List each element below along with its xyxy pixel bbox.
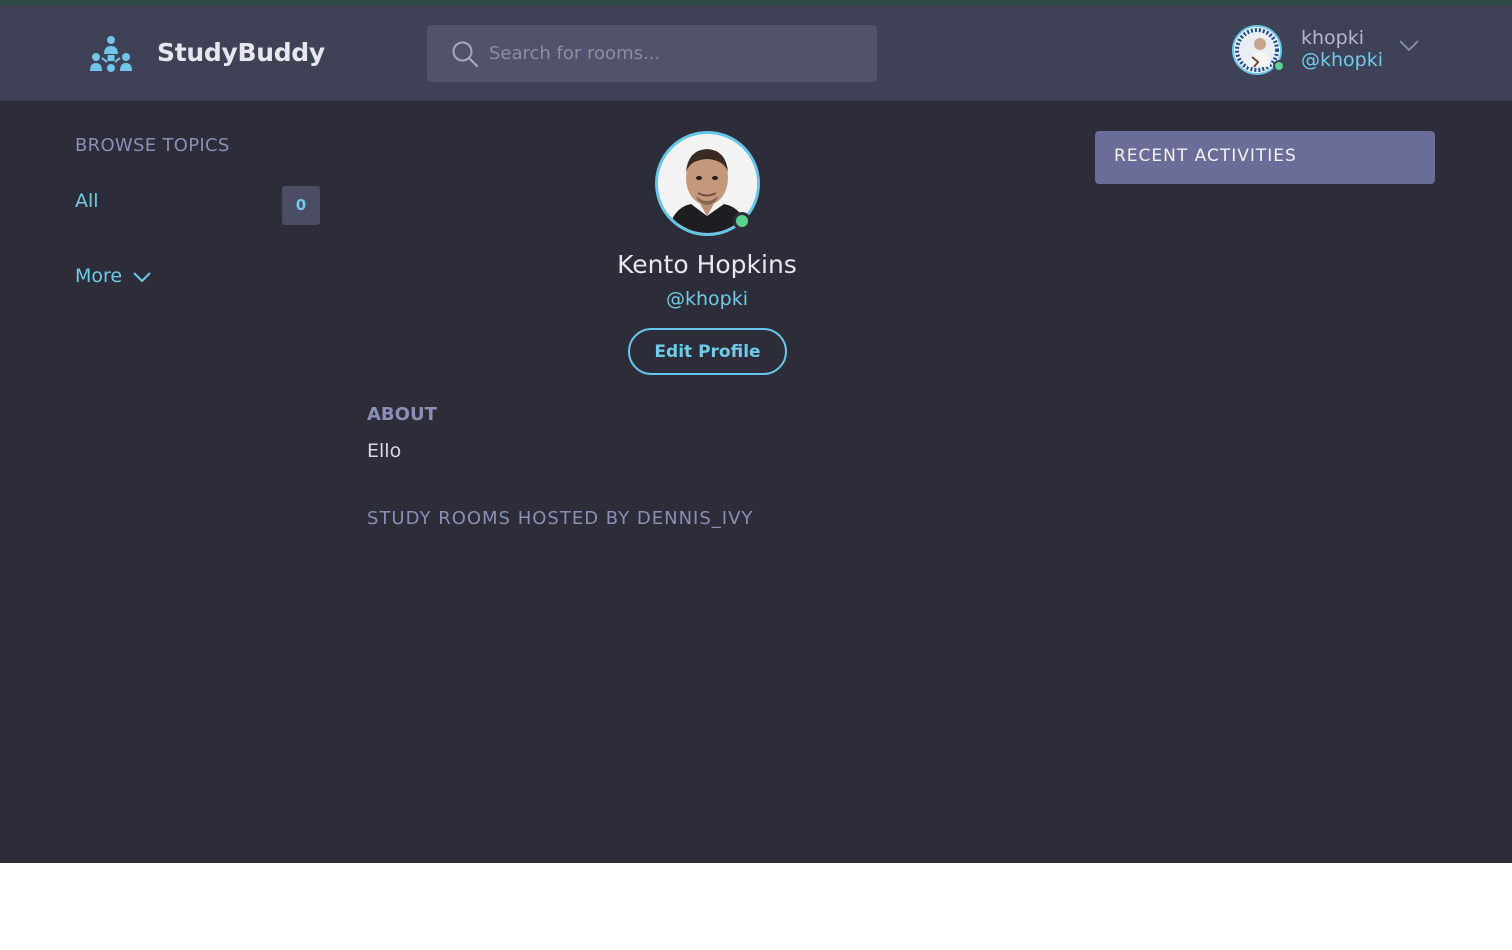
user-handle: @khopki bbox=[1301, 49, 1384, 71]
online-status-dot bbox=[1273, 60, 1285, 72]
logo-icon[interactable] bbox=[88, 34, 134, 76]
chevron-down-icon bbox=[133, 272, 151, 283]
profile-name: Kento Hopkins bbox=[617, 250, 797, 279]
search-input[interactable] bbox=[489, 25, 859, 82]
app-root: StudyBuddy khopki @khopki bbox=[0, 0, 1512, 863]
about-heading: ABOUT bbox=[367, 404, 437, 425]
topic-count-badge: 0 bbox=[282, 186, 320, 225]
brand-name[interactable]: StudyBuddy bbox=[157, 38, 325, 67]
topic-label: All bbox=[75, 190, 99, 212]
search-icon bbox=[452, 41, 479, 68]
online-status-dot bbox=[733, 212, 751, 230]
hosted-rooms-heading: STUDY ROOMS HOSTED BY DENNIS_IVY bbox=[367, 508, 754, 529]
more-topics-button[interactable]: More bbox=[75, 265, 165, 291]
profile-handle: @khopki bbox=[665, 288, 748, 310]
search-bar bbox=[427, 25, 877, 82]
user-menu[interactable]: khopki @khopki bbox=[1230, 23, 1430, 81]
top-header: StudyBuddy khopki @khopki bbox=[0, 5, 1512, 101]
chevron-down-icon[interactable] bbox=[1398, 39, 1420, 53]
about-text: Ello bbox=[367, 440, 402, 462]
topic-item-all[interactable]: All 0 bbox=[75, 186, 320, 225]
recent-activities-heading: RECENT ACTIVITIES bbox=[1114, 146, 1297, 166]
more-label: More bbox=[75, 265, 123, 287]
edit-profile-button[interactable]: Edit Profile bbox=[628, 328, 787, 375]
user-name: khopki bbox=[1301, 27, 1365, 49]
browse-topics-heading: BROWSE TOPICS bbox=[75, 135, 230, 156]
recent-activities-panel: RECENT ACTIVITIES bbox=[1095, 131, 1435, 184]
